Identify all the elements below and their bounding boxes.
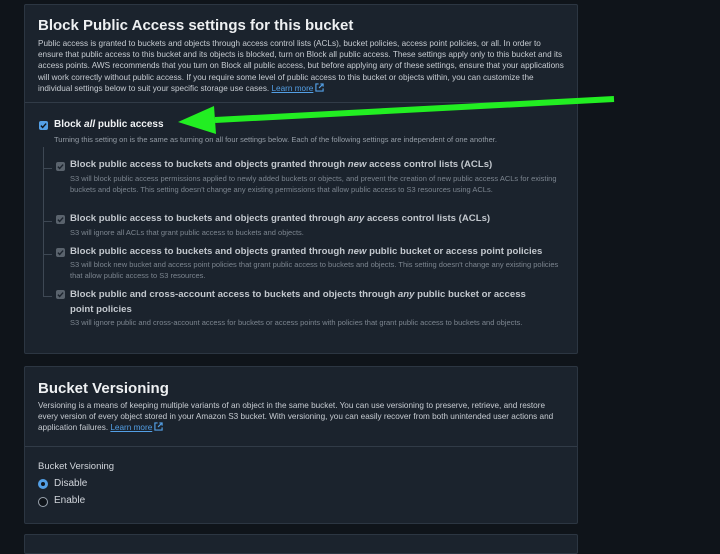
arrow-annotation	[178, 96, 615, 134]
